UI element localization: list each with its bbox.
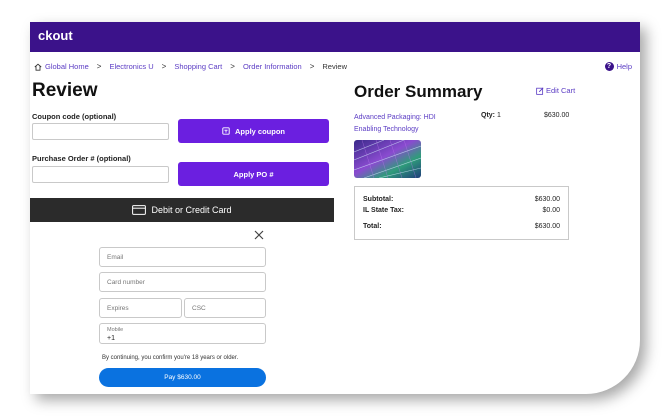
product-quantity: Qty: 1 — [481, 112, 501, 119]
subtotal-label: Subtotal: — [363, 196, 394, 203]
breadcrumb-order-information[interactable]: Order Information — [243, 62, 302, 71]
mobile-prefix: +1 — [107, 335, 115, 342]
apply-po-button[interactable]: Apply PO # — [178, 162, 329, 186]
tax-value: $0.00 — [542, 207, 560, 214]
pay-button[interactable]: Pay $630.00 — [99, 368, 266, 387]
card-icon — [132, 205, 147, 215]
home-icon[interactable] — [34, 63, 42, 71]
edit-icon — [536, 86, 544, 95]
apply-po-label: Apply PO # — [233, 169, 274, 179]
email-placeholder: Email — [107, 253, 124, 261]
debit-credit-card-button[interactable]: Debit or Credit Card — [30, 198, 334, 222]
mobile-field[interactable]: Mobile +1 — [99, 323, 266, 344]
csc-placeholder: CSC — [192, 304, 206, 312]
total-value: $630.00 — [534, 223, 560, 230]
card-bar-label: Debit or Credit Card — [151, 205, 232, 215]
order-summary-title: Order Summary — [354, 82, 483, 101]
csc-field[interactable]: CSC — [184, 298, 266, 318]
age-consent-text: By continuing, you confirm you're 18 yea… — [102, 355, 239, 361]
product-price: $630.00 — [544, 112, 570, 119]
total-row: Total: $630.00 — [363, 223, 560, 230]
order-totals-box: Subtotal: $630.00 IL State Tax: $0.00 To… — [354, 186, 569, 240]
card-number-field[interactable]: Card number — [99, 272, 266, 292]
coupon-input[interactable] — [32, 123, 169, 140]
help-icon: ? — [604, 62, 614, 71]
expires-placeholder: Expires — [107, 304, 129, 312]
expires-field[interactable]: Expires — [99, 298, 182, 318]
edit-cart-label: Edit Cart — [546, 86, 576, 95]
po-label: Purchase Order # (optional) — [32, 154, 131, 163]
subtotal-value: $630.00 — [534, 196, 560, 203]
product-name-link[interactable]: Advanced Packaging: HDI Enabling Technol… — [354, 112, 462, 136]
breadcrumb-shopping-cart[interactable]: Shopping Cart — [174, 62, 222, 71]
po-input[interactable] — [32, 166, 169, 183]
edit-cart-link[interactable]: Edit Cart — [536, 86, 575, 95]
breadcrumb-separator: > — [230, 62, 235, 71]
breadcrumb-current: Review — [322, 62, 347, 71]
apply-coupon-button[interactable]: Apply coupon — [178, 119, 329, 143]
total-label: Total: — [363, 223, 382, 230]
product-thumbnail[interactable] — [354, 140, 421, 178]
tax-label: IL State Tax: — [363, 207, 404, 214]
checkout-window: ckout Global Home > Electronics U > Shop… — [30, 22, 640, 394]
breadcrumb: Global Home > Electronics U > Shopping C… — [34, 62, 347, 71]
qty-label: Qty: — [481, 112, 495, 119]
coupon-icon — [222, 127, 230, 135]
coupon-label: Coupon code (optional) — [32, 112, 117, 121]
pay-button-label: Pay $630.00 — [164, 374, 201, 381]
help-link[interactable]: ? Help — [604, 62, 632, 71]
apply-coupon-label: Apply coupon — [235, 126, 285, 136]
breadcrumb-separator: > — [161, 62, 167, 71]
close-icon[interactable] — [254, 230, 264, 240]
email-field[interactable]: Email — [99, 247, 266, 267]
mobile-label: Mobile — [107, 327, 124, 333]
breadcrumb-separator: > — [309, 62, 315, 71]
help-label: Help — [616, 62, 632, 71]
breadcrumb-electronics-u[interactable]: Electronics U — [109, 62, 153, 71]
subtotal-row: Subtotal: $630.00 — [363, 196, 560, 203]
header-title: ckout — [38, 28, 73, 43]
top-header-bar: ckout — [30, 22, 640, 52]
card-number-placeholder: Card number — [107, 278, 145, 286]
breadcrumb-separator: > — [96, 62, 102, 71]
breadcrumb-global-home[interactable]: Global Home — [45, 62, 89, 71]
tax-row: IL State Tax: $0.00 — [363, 207, 560, 214]
page-title: Review — [32, 80, 98, 101]
qty-value: 1 — [496, 112, 501, 119]
